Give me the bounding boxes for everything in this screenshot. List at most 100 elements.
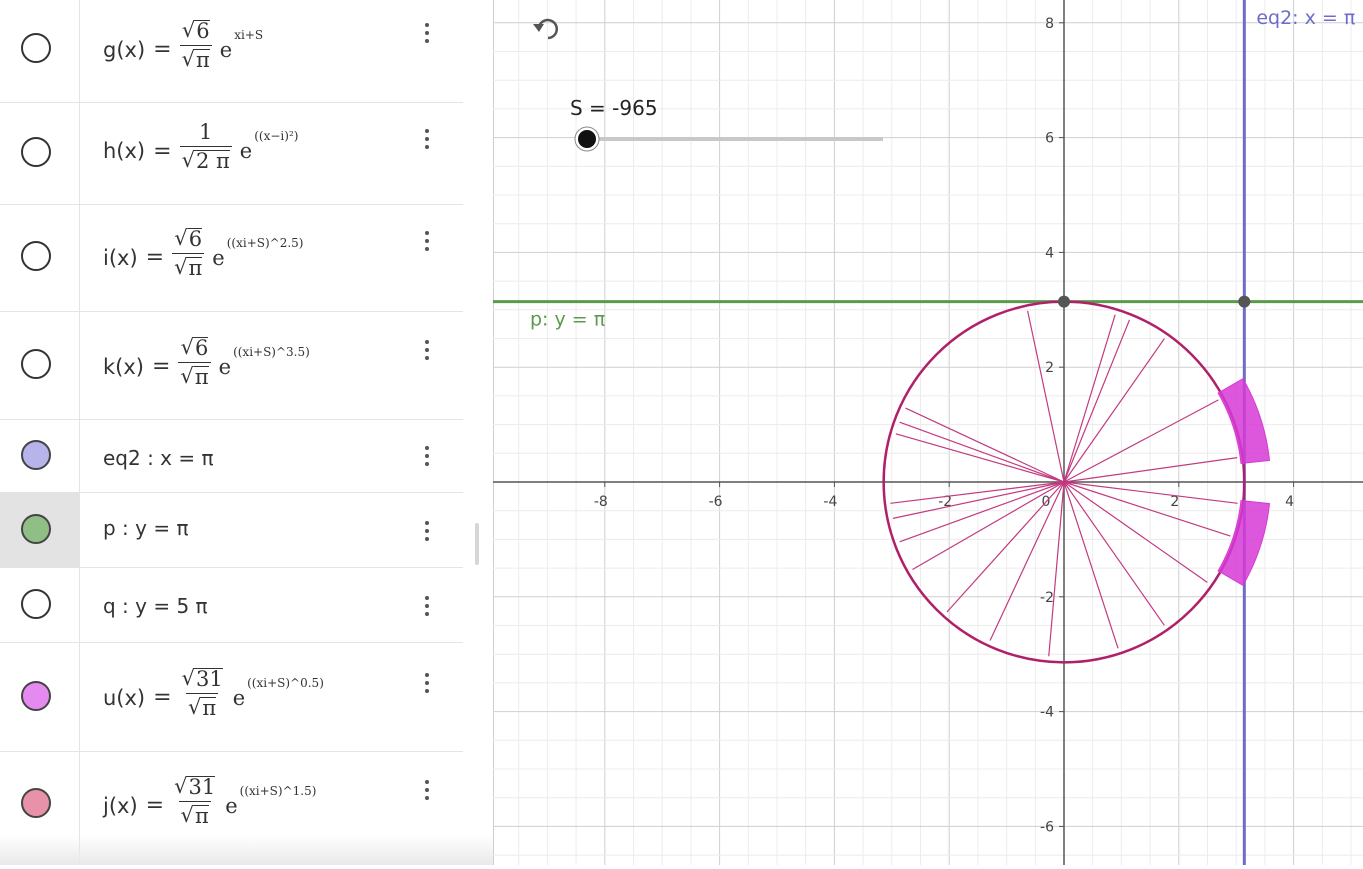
function-name: g(x) [103,37,146,62]
shaded-region-lower[interactable] [1217,500,1271,587]
y-tick-label: 6 [1045,131,1054,147]
function-name: i(x) [103,245,138,270]
i-row[interactable]: i(x) = √ 6 √ π e ((xi+S)^2.5) [0,205,463,312]
definition-text: q : y = 5 π [103,594,208,618]
y-tick-label: -2 [1040,590,1054,606]
radicand: π [193,365,209,389]
y-tick-label: 8 [1045,16,1054,32]
fraction: 1 √ 2 π [179,120,232,173]
visibility-toggle[interactable] [21,788,51,818]
more-options-icon[interactable] [420,441,434,471]
radicand: 2 π [194,149,230,173]
radicand: 31 [187,775,216,799]
function-name: k(x) [103,354,144,379]
definition[interactable]: eq2 : x = π [103,446,214,470]
exponent: ((xi+S)^0.5) [247,675,324,690]
sqrt-symbol: √ [181,666,195,690]
sqrt-symbol: √ [181,148,195,172]
definition[interactable]: u(x) = √ 31 √ π e ((xi+S)^0.5) [103,668,324,719]
visibility-toggle[interactable] [21,514,51,544]
more-options-icon[interactable] [420,775,434,805]
k-row[interactable]: k(x) = √ 6 √ π e ((xi+S)^3.5) [0,312,463,420]
exponent: ((x−i)²) [254,129,299,143]
visibility-toggle[interactable] [21,33,51,63]
g-row[interactable]: g(x) = √ 6 √ π e xi+S [0,0,463,103]
definition[interactable]: i(x) = √ 6 √ π e ((xi+S)^2.5) [103,228,303,279]
more-options-icon[interactable] [420,226,434,256]
more-options-icon[interactable] [420,516,434,546]
shaded-region-upper[interactable] [1217,377,1271,464]
definition-text: eq2 : x = π [103,446,214,470]
definition[interactable]: k(x) = √ 6 √ π e ((xi+S)^3.5) [103,337,310,388]
exponential: e ((xi+S)^3.5) [219,345,310,379]
radial-segment [1063,481,1231,537]
radicand: π [193,804,209,828]
definition-text: p : y = π [103,516,189,540]
exponential: e xi+S [220,28,263,62]
x-tick-label: -4 [823,494,837,510]
equals-sign: = [145,793,165,818]
u-row[interactable]: u(x) = √ 31 √ π e ((xi+S)^0.5) [0,643,463,752]
algebra-view: g(x) = √ 6 √ π e xi+S h(x) = 1 √ 2 π e ((x−i)²) i(x) = √ 6… [0,0,494,865]
x-tick-label: -8 [594,494,608,510]
point-intersection-lines[interactable] [1238,295,1251,308]
eq2-row[interactable]: eq2 : x = π [0,420,463,493]
radicand: 6 [195,19,210,43]
visibility-toggle[interactable] [21,241,51,271]
function-name: j(x) [103,793,138,818]
exp-base: e [239,139,253,163]
line-p-label: p: y = π [530,309,605,331]
radial-segment [1063,399,1219,483]
radial-segment [1027,310,1065,483]
radial-segment [1063,338,1165,483]
sqrt-symbol: √ [180,335,195,359]
sqrt-symbol: √ [174,774,188,798]
fraction: √ 31 √ π [172,776,217,827]
more-options-icon[interactable] [420,124,434,154]
sqrt-symbol: √ [181,47,195,71]
more-options-icon[interactable] [420,335,434,365]
exponential: e ((xi+S)^0.5) [232,676,324,710]
visibility-toggle[interactable] [21,681,51,711]
slider-handle[interactable] [578,130,596,148]
x-tick-label: -6 [709,494,723,510]
exponential: e ((xi+S)^1.5) [225,784,316,818]
graphics-view[interactable]: -8-6-4-20248642-2-4-6p: y = πeq2: x = πS… [493,0,1363,865]
more-options-icon[interactable] [420,668,434,698]
definition[interactable]: q : y = 5 π [103,594,208,618]
line-eq2-label: eq2: x = π [1256,7,1355,29]
h-row[interactable]: h(x) = 1 √ 2 π e ((x−i)²) [0,103,463,205]
visibility-toggle[interactable] [21,349,51,379]
equals-sign: = [153,37,172,62]
exponential: e ((xi+S)^2.5) [212,236,303,270]
algebra-scrollbar[interactable] [475,523,479,565]
radial-segment [1063,457,1238,483]
more-options-icon[interactable] [420,591,434,621]
definition[interactable]: h(x) = 1 √ 2 π e ((x−i)²) [103,122,298,172]
numerator: 1 [198,120,213,144]
definition[interactable]: j(x) = √ 31 √ π e ((xi+S)^1.5) [103,776,316,827]
exponent: ((xi+S)^3.5) [233,344,310,359]
exponent: ((xi+S)^2.5) [226,235,304,250]
radicand: π [201,696,217,720]
point-intersection-axis[interactable] [1058,295,1070,308]
exp-base: e [232,685,246,710]
equals-sign: = [153,685,172,710]
sqrt-symbol: √ [188,695,202,719]
radial-segment [1063,481,1119,649]
radial-segment [899,421,1065,483]
more-options-icon[interactable] [420,18,434,48]
sqrt-symbol: √ [174,255,188,279]
sqrt-symbol: √ [180,803,194,827]
visibility-toggle[interactable] [21,440,51,470]
definition[interactable]: p : y = π [103,516,189,540]
visibility-toggle[interactable] [21,137,51,167]
equals-sign: = [153,138,172,164]
q-row[interactable]: q : y = 5 π [0,568,463,643]
visibility-toggle[interactable] [21,589,51,619]
graphics-canvas[interactable]: -8-6-4-20248642-2-4-6p: y = πeq2: x = πS… [493,0,1363,865]
definition[interactable]: g(x) = √ 6 √ π e xi+S [103,20,263,71]
y-tick-label: 2 [1045,360,1054,376]
p-row[interactable]: p : y = π [0,493,463,568]
radicand: 6 [187,227,203,251]
